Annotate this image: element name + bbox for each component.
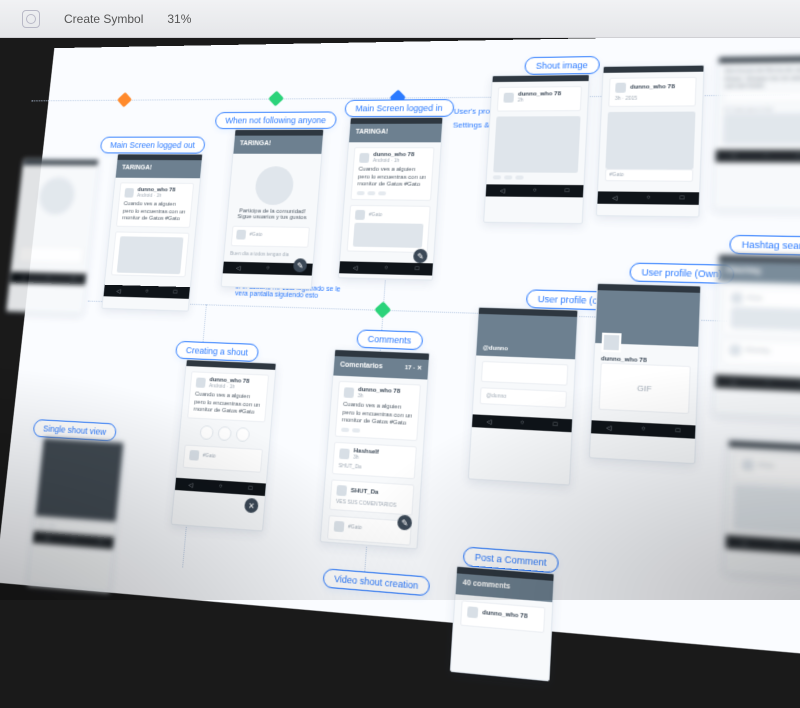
mock-hashtag[interactable]: #Hashtag #Gato #Hashtag ◁○□ [713,254,800,420]
create-symbol-icon[interactable] [22,10,40,28]
zoom-level[interactable]: 31% [167,12,191,26]
label-shout-image[interactable]: Shout image [524,56,599,75]
mock-shout-image-3[interactable]: Era bucca de Roma de rara Esses. Essque … [713,55,800,211]
create-symbol-label[interactable]: Create Symbol [64,12,143,26]
close-fab-icon[interactable]: ✕ [244,498,259,513]
mock-profile-own[interactable]: @dunno @dunno ◁○□ [468,307,579,486]
mock-single-shout[interactable]: ◁○□ [27,437,124,592]
appbar-title: TARINGA! [122,165,153,172]
canvas[interactable]: Main Screen logged out When not followin… [0,34,800,656]
mock-logged-out-far[interactable]: ◁○□ [6,159,99,314]
mock-main-logged-in[interactable]: TARINGA! dunno_who 78Android · 1h Cuando… [338,117,444,281]
label-main-logged-out[interactable]: Main Screen logged out [100,137,206,154]
label-not-following[interactable]: When not following anyone [215,111,338,129]
mock-shout-image-2[interactable]: dunno_who 783h · 2015 #Gato ◁○□ [596,65,705,218]
mock-shout-image-1[interactable]: dunno_who 782h ◁○□ [483,74,590,224]
app-toolbar: Create Symbol 31% [0,0,800,38]
label-comments[interactable]: Comments [356,329,423,350]
label-hashtag[interactable]: Hashtag search [729,235,800,256]
mock-creating-shout[interactable]: dunno_who 78Android · 1h Cuando ves a al… [171,359,277,532]
mock-comments[interactable]: Comentarios17 · ✕ dunno_who 783h Cuando … [320,349,430,550]
mock-main-logged-out[interactable]: TARINGA! dunno_who 78Android · 1h Cuando… [101,153,203,311]
mock-extra-right[interactable]: #Gato ◁○□ [724,439,800,580]
label-video-shout[interactable]: Video shout creation [322,568,430,596]
mock-post-comment[interactable]: 40 comments dunno_who 78 [450,566,555,682]
mock-profile-other[interactable]: dunno_who 78 GIF ◁○□ [589,283,702,464]
mock-not-following[interactable]: TARINGA! Participa de la comunidad! Sigu… [221,129,325,290]
label-main-logged-in[interactable]: Main Screen logged in [344,99,454,117]
